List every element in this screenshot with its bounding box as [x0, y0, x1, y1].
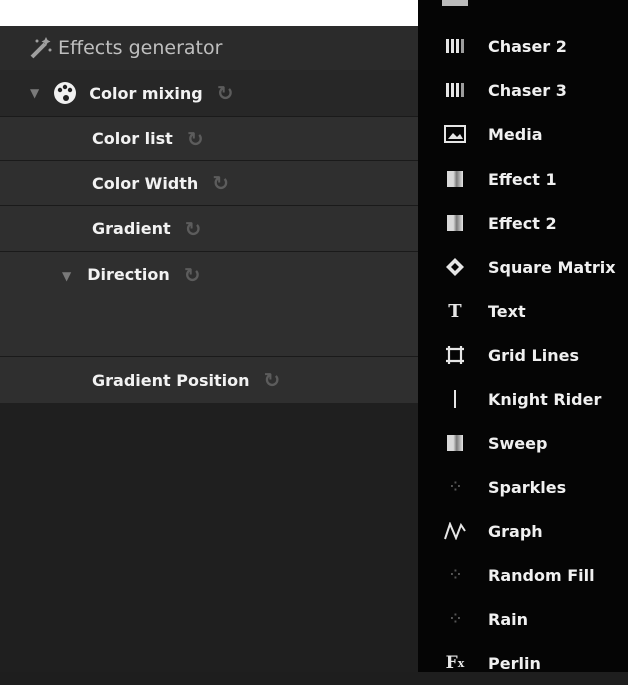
- menu-item-label: Graph: [488, 521, 543, 541]
- expand-triangle-icon[interactable]: ▼: [30, 86, 39, 100]
- diamond-icon: [442, 256, 468, 278]
- grid-lines-icon: [442, 344, 468, 366]
- rain-icon: ⁘: [450, 611, 461, 627]
- menu-item-grid-lines[interactable]: Grid Lines: [418, 333, 628, 377]
- top-blank-area: [0, 0, 418, 26]
- magic-wand-icon: [24, 33, 58, 63]
- tree-item-label: Gradient: [92, 219, 171, 238]
- knight-rider-icon: [442, 388, 468, 410]
- reset-icon[interactable]: ↻: [217, 81, 234, 105]
- menu-item-sweep[interactable]: Sweep: [418, 421, 628, 465]
- menu-item-label: Knight Rider: [488, 389, 602, 409]
- menu-item-random-fill[interactable]: ⁘ Random Fill: [418, 553, 628, 597]
- expand-triangle-icon[interactable]: ▼: [62, 269, 71, 283]
- reset-icon[interactable]: ↻: [187, 127, 204, 151]
- random-fill-icon: ⁘: [450, 567, 461, 583]
- reset-icon[interactable]: ↻: [184, 263, 201, 287]
- chaser-icon: [442, 79, 468, 101]
- graph-icon: [442, 520, 468, 542]
- menu-item-graph[interactable]: Graph: [418, 509, 628, 553]
- menu-item-label: Rain: [488, 609, 528, 629]
- tree-item-label: Direction: [87, 265, 170, 284]
- menu-item-knight-rider[interactable]: Knight Rider: [418, 377, 628, 421]
- text-icon: T: [448, 300, 462, 322]
- effects-panel: Effects generator ▼ Color mixing ↻ Color…: [0, 0, 418, 672]
- tree-item-color-list[interactable]: Color list ↻: [0, 116, 418, 160]
- tree-item-direction[interactable]: ▼ Direction ↻: [0, 251, 418, 356]
- tree-item-color-mixing[interactable]: ▼ Color mixing ↻: [0, 70, 418, 116]
- tree-item-gradient-position[interactable]: Gradient Position ↻: [0, 356, 418, 403]
- tree-item-label: Color Width: [92, 173, 199, 193]
- media-icon: [442, 123, 468, 145]
- menu-item-label: Effect 2: [488, 213, 557, 233]
- menu-item-square-matrix[interactable]: Square Matrix: [418, 245, 628, 289]
- menu-item-label: Perlin: [488, 653, 541, 673]
- effect-icon: [442, 168, 468, 190]
- tree-item-gradient[interactable]: Gradient ↻: [0, 205, 418, 251]
- effect-icon: [442, 212, 468, 234]
- reset-icon[interactable]: ↻: [263, 368, 280, 392]
- menu-item-label: Media: [488, 124, 543, 144]
- menu-item-chaser-2[interactable]: Chaser 2: [418, 24, 628, 68]
- perlin-icon: Fx: [445, 653, 465, 673]
- menu-item-label: Square Matrix: [488, 257, 616, 277]
- menu-item-label: Random Fill: [488, 565, 595, 585]
- menu-item-effect-2[interactable]: Effect 2: [418, 201, 628, 245]
- menu-item-label: Chaser 2: [488, 36, 567, 56]
- menu-item-perlin[interactable]: Fx Perlin: [418, 641, 628, 685]
- reset-icon[interactable]: ↻: [212, 171, 229, 195]
- tree-item-label: Gradient Position: [92, 370, 250, 390]
- panel-title: Effects generator: [58, 37, 223, 59]
- menu-item-media[interactable]: Media: [418, 112, 628, 156]
- menu-item-sparkles[interactable]: ⁘ Sparkles: [418, 465, 628, 509]
- reset-icon[interactable]: ↻: [185, 217, 202, 241]
- menu-item-rain[interactable]: ⁘ Rain: [418, 597, 628, 641]
- panel-header: Effects generator: [0, 26, 418, 70]
- sparkles-icon: ⁘: [450, 479, 461, 495]
- menu-item-label: Sparkles: [488, 477, 567, 497]
- menu-item-text[interactable]: T Text: [418, 289, 628, 333]
- tree-item-label: Color mixing: [89, 83, 203, 103]
- menu-item-label: Sweep: [488, 433, 548, 453]
- menu-item-label: Text: [488, 301, 526, 321]
- menu-item-label: Grid Lines: [488, 345, 579, 365]
- menu-item-label: Effect 1: [488, 169, 557, 189]
- menu-item-label: Chaser 3: [488, 80, 567, 100]
- effects-dropdown-menu: Chaser 2 Chaser 3 Media Effect 1 Effect …: [418, 0, 628, 673]
- menu-item-cropped: [442, 0, 468, 6]
- sweep-icon: [442, 432, 468, 454]
- menu-item-chaser-3[interactable]: Chaser 3: [418, 68, 628, 112]
- palette-icon: [54, 82, 77, 104]
- chaser-icon: [442, 35, 468, 57]
- menu-item-effect-1[interactable]: Effect 1: [418, 157, 628, 201]
- tree-item-color-width[interactable]: Color Width ↻: [0, 160, 418, 205]
- tree-item-label: Color list: [92, 129, 173, 148]
